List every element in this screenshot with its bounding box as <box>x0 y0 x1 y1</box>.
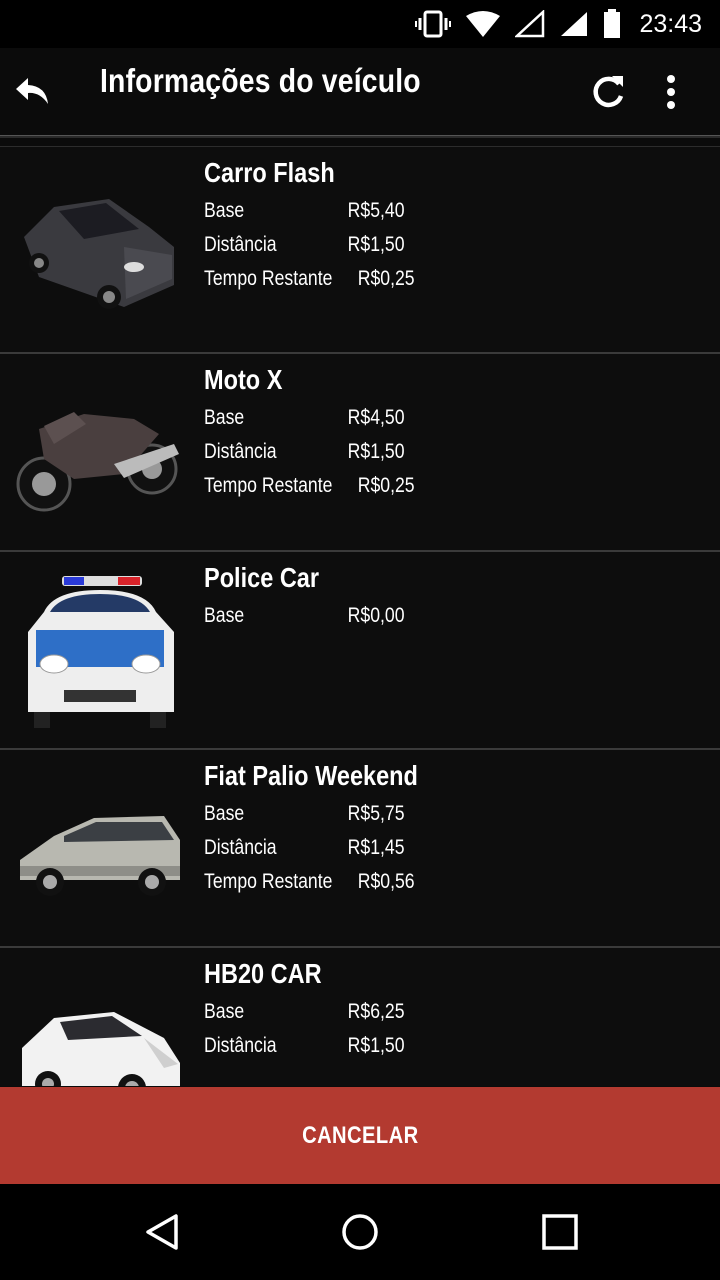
recents-square-icon[interactable] <box>541 1213 579 1251</box>
fare-value: R$1,50 <box>347 233 405 256</box>
fare-value: R$0,25 <box>357 267 415 290</box>
vehicle-name: Fiat Palio Weekend <box>204 760 418 791</box>
vehicle-item[interactable]: HB20 CAR Base R$6,25 Distância R$1,50 <box>0 948 720 1086</box>
refresh-icon[interactable] <box>588 72 628 112</box>
fare-value: R$1,50 <box>347 440 405 463</box>
fare-value: R$0,25 <box>357 474 415 497</box>
status-time: 23:43 <box>639 9 702 38</box>
vehicle-item[interactable]: Carro Flash Base R$5,40 Distância R$1,50… <box>0 146 720 354</box>
dark-hatchback-car-image <box>24 199 174 309</box>
fare-value: R$0,56 <box>357 870 415 893</box>
fare-label: Base <box>204 604 245 627</box>
vehicle-name: Moto X <box>204 364 283 395</box>
fare-row: Base R$4,50 <box>204 406 405 430</box>
fare-row: Tempo Restante R$0,25 <box>204 474 415 498</box>
vehicle-item[interactable]: Police Car Base R$0,00 <box>0 552 720 750</box>
vehicle-name: Carro Flash <box>204 157 335 188</box>
fare-label: Distância <box>204 836 277 859</box>
fare-label: Base <box>204 406 245 429</box>
fare-label: Tempo Restante <box>204 870 333 893</box>
police-car-image <box>28 576 174 728</box>
cancel-button-label: CANCELAR <box>301 1121 419 1149</box>
fare-value: R$5,40 <box>347 199 405 222</box>
fare-label: Base <box>204 802 245 825</box>
fare-value: R$6,25 <box>347 1000 405 1023</box>
fare-label: Base <box>204 199 245 222</box>
battery-icon <box>604 9 621 38</box>
back-triangle-icon[interactable] <box>142 1212 182 1252</box>
fare-row: Base R$0,00 <box>204 604 405 628</box>
fare-label: Distância <box>204 233 277 256</box>
fare-row: Distância R$1,50 <box>204 233 405 257</box>
fare-label: Distância <box>204 1034 277 1057</box>
more-vert-icon[interactable] <box>656 72 686 112</box>
fare-value: R$1,45 <box>347 836 405 859</box>
back-arrow-icon[interactable] <box>14 72 50 108</box>
vibrate-icon <box>415 10 452 38</box>
fare-row: Base R$5,40 <box>204 199 405 223</box>
white-hatchback-image <box>22 1012 180 1086</box>
fare-value: R$0,00 <box>347 604 405 627</box>
navigation-bar <box>0 1184 720 1280</box>
silver-station-wagon-image <box>20 816 180 896</box>
fare-row: Base R$6,25 <box>204 1000 405 1024</box>
vehicle-item[interactable]: Fiat Palio Weekend Base R$5,75 Distância… <box>0 750 720 948</box>
signal-empty-icon <box>515 10 545 38</box>
fare-row: Base R$5,75 <box>204 802 405 826</box>
vehicle-item[interactable]: Moto X Base R$4,50 Distância R$1,50 Temp… <box>0 354 720 552</box>
fare-value: R$5,75 <box>347 802 405 825</box>
page-title: Informações do veículo <box>100 62 421 99</box>
fare-row: Distância R$1,45 <box>204 836 405 860</box>
fare-value: R$1,50 <box>347 1034 405 1057</box>
fare-label: Tempo Restante <box>204 267 333 290</box>
vehicle-list[interactable]: Carro Flash Base R$5,40 Distância R$1,50… <box>0 136 720 1086</box>
fare-row: Distância R$1,50 <box>204 1034 405 1058</box>
home-circle-icon[interactable] <box>340 1212 380 1252</box>
vehicle-name: Police Car <box>204 562 320 593</box>
fare-row: Tempo Restante R$0,25 <box>204 267 415 291</box>
fare-label: Distância <box>204 440 277 463</box>
fare-row: Tempo Restante R$0,56 <box>204 870 415 894</box>
status-bar: 23:43 <box>0 0 720 48</box>
app-bar: Informações do veículo <box>0 48 720 136</box>
vehicle-name: HB20 CAR <box>204 958 322 989</box>
fare-label: Base <box>204 1000 245 1023</box>
sport-motorcycle-image <box>16 412 179 512</box>
fare-value: R$4,50 <box>347 406 405 429</box>
signal-full-icon <box>561 12 588 36</box>
fare-label: Tempo Restante <box>204 474 333 497</box>
wifi-icon <box>466 11 501 37</box>
cancel-button[interactable]: CANCELAR <box>0 1087 720 1184</box>
fare-row: Distância R$1,50 <box>204 440 405 464</box>
